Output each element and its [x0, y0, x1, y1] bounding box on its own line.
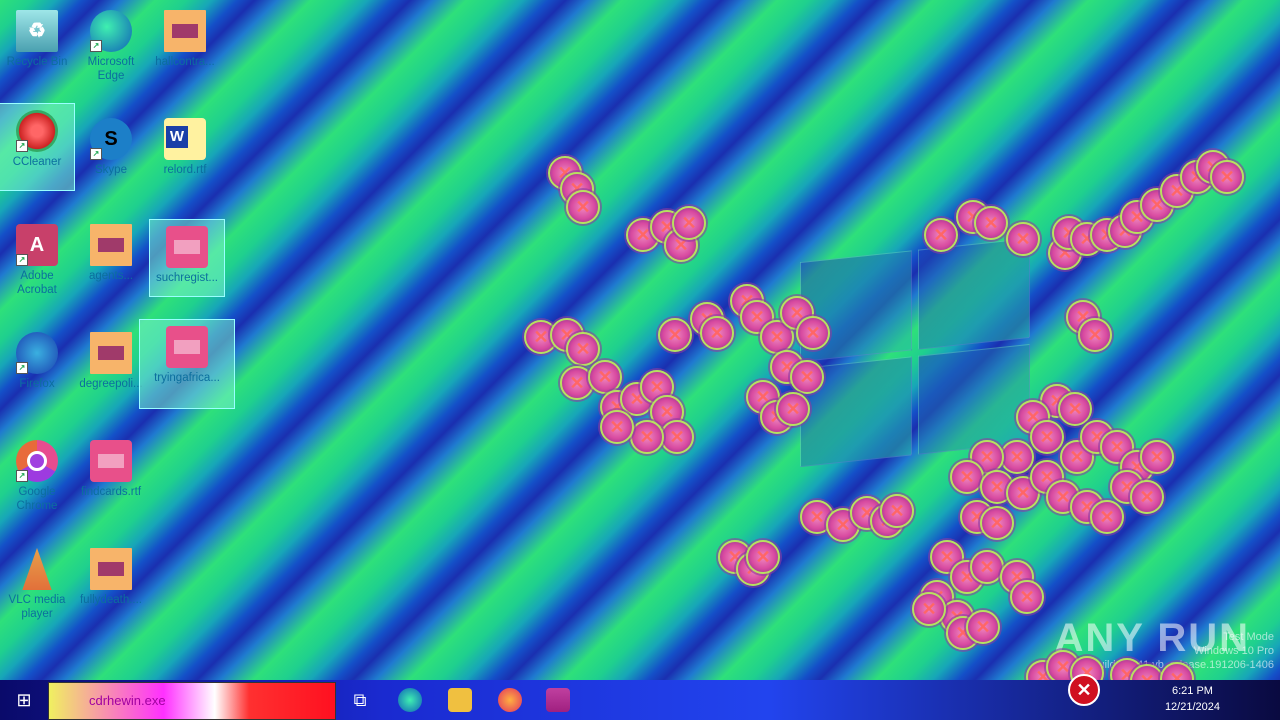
desktop-icon-ccleaner[interactable]: ↗ CCleaner [0, 103, 75, 191]
image-file-icon [166, 226, 208, 268]
clock-time: 6:21 PM [1171, 685, 1213, 697]
system-tray: ✕ 6:21 PM 12/21/2024 [1060, 674, 1280, 720]
word-doc-icon [166, 326, 208, 368]
taskbar-explorer-button[interactable] [436, 680, 484, 720]
skype-icon: S ↗ [90, 118, 132, 160]
desktop-icon-label: VLC media player [8, 594, 66, 620]
desktop-icon-microsoft-edge[interactable]: ↗ Microsoft Edge [74, 4, 148, 83]
desktop-icon-google-chrome[interactable]: ↗ Google Chrome [0, 434, 74, 513]
firefox-icon [498, 688, 522, 712]
desktop-icon-label: fullydeath.... [79, 594, 142, 606]
desktop-icon-hallcontra[interactable]: hallcontra... [148, 4, 222, 69]
desktop-icon-label: Skype [95, 164, 127, 176]
desktop-icon-label: CCleaner [12, 156, 62, 168]
desktop: ♻ Recycle Bin ↗ CCleaner A ↗ Adobe Acroba… [0, 0, 1280, 680]
task-view-button[interactable]: ⧉ [336, 680, 384, 720]
image-file-icon [90, 224, 132, 266]
desktop-icon-suchregist[interactable]: suchregist... [149, 219, 225, 297]
image-file-icon [164, 10, 206, 52]
desktop-icon-label: agents... [88, 270, 134, 282]
desktop-icon-label: Google Chrome [16, 486, 58, 512]
edge-icon [398, 688, 422, 712]
shortcut-arrow-icon: ↗ [16, 470, 28, 482]
word-doc-icon [164, 118, 206, 160]
folder-icon [448, 688, 472, 712]
desktop-icon-label: tryingafrica... [154, 372, 220, 384]
desktop-icon-label: degreepoli... [79, 378, 143, 390]
windows-start-icon: ⊞ [16, 689, 32, 710]
image-file-icon [90, 332, 132, 374]
desktop-icon-skype[interactable]: S ↗ Skype [74, 112, 148, 177]
error-notification-icon[interactable]: ✕ [1068, 674, 1100, 706]
desktop-icon-agents[interactable]: agents... [74, 218, 148, 283]
start-button[interactable]: ⊞ [0, 680, 48, 720]
desktop-icon-label: Firefox [19, 378, 55, 390]
windows-logo-wallpaper [800, 237, 1030, 468]
desktop-icon-label: hallcontra... [155, 56, 215, 68]
windows-edition-label: Windows 10 Pro [1193, 645, 1274, 657]
taskbar-winrar-button[interactable] [534, 680, 582, 720]
search-text: cdrhewin.exe [89, 693, 166, 708]
clock-date: 12/21/2024 [1164, 701, 1220, 713]
taskbar-clock[interactable]: 6:21 PM 12/21/2024 [1165, 683, 1220, 715]
taskbar-edge-button[interactable] [386, 680, 434, 720]
edge-icon: ↗ [90, 10, 132, 52]
desktop-icon-vlc[interactable]: VLC media player [0, 542, 74, 621]
desktop-icon-label: suchregist... [156, 272, 218, 284]
shortcut-arrow-icon: ↗ [16, 362, 28, 374]
image-file-icon [90, 548, 132, 590]
shortcut-arrow-icon: ↗ [90, 148, 102, 160]
shortcut-arrow-icon: ↗ [16, 140, 28, 152]
firefox-icon: ↗ [16, 332, 58, 374]
winrar-icon [546, 688, 570, 712]
desktop-icon-label: Adobe Acrobat [17, 270, 57, 296]
desktop-icon-label: relord.rtf [163, 164, 207, 176]
windows-build-info: Test Mode Windows 10 Pro Build 19041.vb_… [1091, 630, 1274, 672]
shortcut-arrow-icon: ↗ [16, 254, 28, 266]
desktop-icon-firefox[interactable]: ↗ Firefox [0, 326, 74, 391]
desktop-icon-fullydeath[interactable]: fullydeath.... [74, 542, 148, 607]
taskbar-firefox-button[interactable] [486, 680, 534, 720]
desktop-icon-adobe-acrobat[interactable]: A ↗ Adobe Acrobat [0, 218, 74, 297]
test-mode-label: Test Mode [1223, 631, 1274, 643]
desktop-icon-label: findcards.rtf [80, 486, 142, 498]
desktop-icon-tryingafrica[interactable]: tryingafrica... [139, 319, 235, 409]
desktop-icon-label: Recycle Bin [6, 56, 68, 68]
shortcut-arrow-icon: ↗ [90, 40, 102, 52]
task-view-icon: ⧉ [353, 689, 367, 710]
desktop-icon-label: Microsoft Edge [87, 56, 135, 82]
windows-build-label: Build 19041.vb_release.191206-1406 [1091, 659, 1274, 671]
recycle-bin-icon: ♻ [16, 10, 58, 52]
acrobat-icon: A ↗ [16, 224, 58, 266]
taskbar-search-box[interactable]: cdrhewin.exe [48, 682, 336, 720]
vlc-icon [22, 548, 52, 590]
word-doc-icon [90, 440, 132, 482]
chrome-icon: ↗ [16, 440, 58, 482]
desktop-icon-findcards[interactable]: findcards.rtf [74, 434, 148, 499]
desktop-icon-degreepoli[interactable]: degreepoli... [74, 326, 148, 391]
desktop-icon-recycle-bin[interactable]: ♻ Recycle Bin [0, 4, 74, 69]
taskbar: ⊞ cdrhewin.exe ⧉ ✕ 6:21 PM 12/21/2024 [0, 674, 1280, 720]
ccleaner-icon: ↗ [16, 110, 58, 152]
desktop-icon-relord[interactable]: relord.rtf [148, 112, 222, 177]
